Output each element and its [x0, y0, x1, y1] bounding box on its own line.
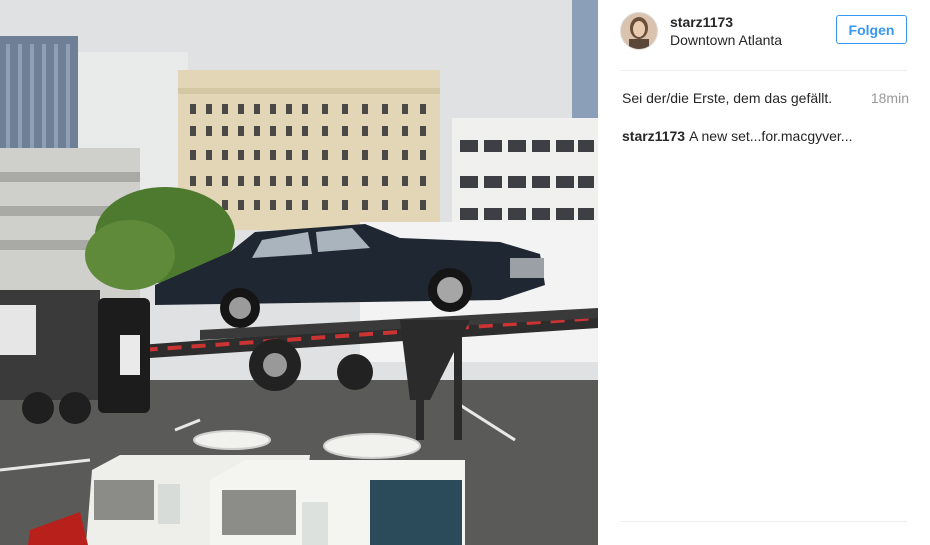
- username-link[interactable]: starz1173: [670, 14, 733, 30]
- post-header: starz1173 Downtown Atlanta Folgen: [620, 0, 907, 71]
- caption-text: A new set...for.macgyver...: [689, 128, 853, 144]
- divider: [620, 521, 907, 522]
- follow-button[interactable]: Folgen: [836, 15, 907, 44]
- likes-prefix: Sei der/die Erste, dem: [622, 90, 765, 106]
- avatar[interactable]: [620, 12, 658, 50]
- post-photo[interactable]: [0, 0, 598, 545]
- likes-row: Sei der/die Erste, dem das gefällt. 18mi…: [622, 90, 909, 106]
- caption-author-link[interactable]: starz1173: [622, 128, 685, 144]
- likes-suffix: gefällt.: [786, 90, 833, 106]
- post-timestamp[interactable]: 18min: [871, 90, 909, 106]
- like-link[interactable]: das: [764, 90, 787, 106]
- avatar-image: [621, 13, 657, 49]
- post-caption: starz1173 A new set...for.macgyver...: [622, 128, 909, 144]
- location-link[interactable]: Downtown Atlanta: [670, 32, 782, 48]
- likes-text: Sei der/die Erste, dem das gefällt.: [622, 90, 832, 106]
- post-sidebar: starz1173 Downtown Atlanta Folgen Sei de…: [598, 0, 930, 545]
- post-image: [0, 0, 598, 545]
